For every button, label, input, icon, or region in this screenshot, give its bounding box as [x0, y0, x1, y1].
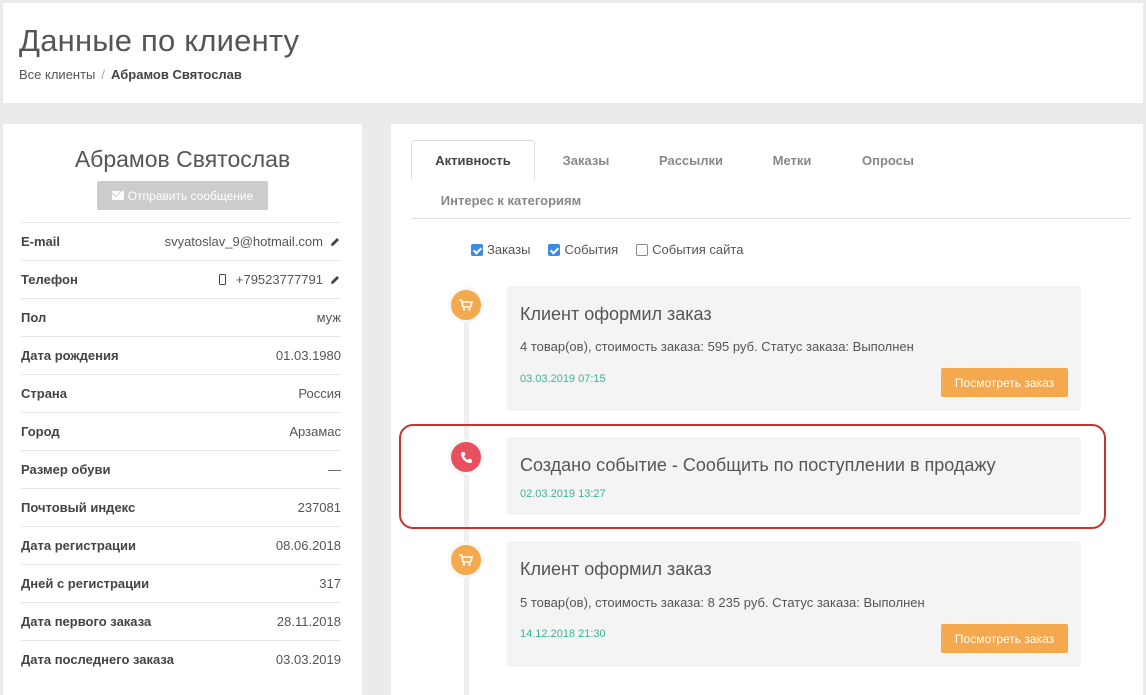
info-value: 317	[319, 576, 341, 591]
event-time: 14.12.2018 21:30	[520, 628, 606, 640]
client-info-list: E-mail svyatoslav_9@hotmail.com Телефон …	[21, 222, 341, 678]
page-header: Данные по клиенту Все клиенты / Абрамов Св…	[3, 3, 1143, 103]
info-row-shoe-size: Размер обуви —	[21, 450, 341, 488]
breadcrumb-separator: /	[101, 67, 106, 82]
timeline-event-order: Клиент оформил заказ 5 товар(ов), стоимо…	[507, 541, 1081, 667]
tab-category-interest[interactable]: Интерес к категориям	[411, 180, 611, 220]
checkbox-checked[interactable]	[471, 243, 483, 256]
tab-tags[interactable]: Метки	[751, 140, 833, 180]
event-time: 03.03.2019 07:15	[520, 373, 606, 385]
info-row-birthdate: Дата рождения 01.03.1980	[21, 336, 341, 374]
mobile-icon	[218, 274, 226, 285]
info-row-gender: Пол муж	[21, 298, 341, 336]
filter-label: События сайта	[652, 242, 744, 257]
client-name: Абрамов Святослав	[74, 146, 291, 172]
send-message-label: Отправить сообщение	[127, 188, 254, 203]
info-label: Почтовый индекс	[21, 500, 136, 515]
info-row-country: Страна Россия	[21, 374, 341, 412]
info-value: 03.03.2019	[275, 652, 341, 667]
info-row-registration-date: Дата регистрации 08.06.2018	[21, 526, 341, 564]
info-label: Дней с регистрации	[21, 576, 150, 591]
info-value: муж	[316, 310, 341, 325]
info-row-email: E-mail svyatoslav_9@hotmail.com	[21, 222, 341, 260]
info-row-first-order-date: Дата первого заказа 28.11.2018	[21, 602, 341, 640]
phone-value: +79523777791	[235, 272, 323, 287]
breadcrumb-root-link[interactable]: Все клиенты	[19, 67, 95, 82]
checkbox-checked[interactable]	[548, 243, 561, 256]
timeline-event-order: Клиент оформил заказ 4 товар(ов), стоимо…	[507, 286, 1081, 411]
event-description: 4 товар(ов), стоимость заказа: 595 руб. …	[520, 339, 914, 354]
info-label: Дата первого заказа	[21, 614, 152, 629]
cart-icon	[448, 542, 484, 578]
info-value: 01.03.1980	[275, 348, 341, 363]
info-value: 08.06.2018	[275, 538, 341, 553]
info-value: Арзамас	[289, 424, 341, 439]
filter-label: Заказы	[487, 242, 531, 257]
info-row-last-order-date: Дата последнего заказа 03.03.2019	[21, 640, 341, 678]
filter-site-events-checkbox[interactable]: События сайта	[636, 242, 743, 257]
filter-label: События	[564, 242, 619, 257]
view-order-button[interactable]: Посмотреть заказ	[941, 368, 1068, 397]
activity-card: Активность Заказы Рассылки Метки Опросы …	[391, 124, 1143, 695]
cart-icon	[448, 287, 484, 323]
info-label: Пол	[21, 310, 47, 325]
page-title: Данные по клиенту	[19, 23, 300, 58]
info-row-postcode: Почтовый индекс 237081	[21, 488, 341, 526]
tab-bar: Активность Заказы Рассылки Метки Опросы …	[411, 140, 1131, 219]
tab-orders[interactable]: Заказы	[539, 140, 633, 180]
email-value: svyatoslav_9@hotmail.com	[164, 234, 323, 249]
send-message-button[interactable]: Отправить сообщение	[97, 181, 268, 210]
filter-events-checkbox[interactable]: События	[548, 242, 618, 257]
highlight-annotation	[399, 424, 1106, 529]
pencil-icon[interactable]	[329, 236, 341, 248]
info-row-days-since-registration: Дней с регистрации 317	[21, 564, 341, 602]
event-title: Клиент оформил заказ	[520, 559, 712, 579]
tab-mailings[interactable]: Рассылки	[639, 140, 743, 180]
breadcrumb: Все клиенты / Абрамов Святослав	[19, 67, 242, 82]
filter-orders-checkbox[interactable]: Заказы	[471, 242, 530, 257]
info-row-phone: Телефон +79523777791	[21, 260, 341, 298]
info-value: Россия	[298, 386, 341, 401]
checkbox-unchecked[interactable]	[636, 243, 649, 256]
info-row-city: Город Арзамас	[21, 412, 341, 450]
envelope-icon	[111, 191, 124, 200]
client-card: Абрамов Святослав Отправить сообщение E-…	[3, 124, 362, 695]
event-title: Клиент оформил заказ	[520, 304, 712, 324]
info-value: 28.11.2018	[276, 614, 341, 629]
info-label: Размер обуви	[21, 462, 111, 477]
info-label: Дата последнего заказа	[21, 652, 174, 667]
info-label: Телефон	[21, 272, 78, 287]
info-label: Дата рождения	[21, 348, 119, 363]
event-description: 5 товар(ов), стоимость заказа: 8 235 руб…	[520, 595, 925, 610]
info-label: E-mail	[21, 234, 61, 249]
view-order-button[interactable]: Посмотреть заказ	[941, 624, 1068, 653]
info-value: 237081	[297, 500, 341, 515]
pencil-icon[interactable]	[329, 274, 341, 286]
info-label: Страна	[21, 386, 68, 401]
info-label: Дата регистрации	[21, 538, 137, 553]
info-label: Город	[21, 424, 60, 439]
event-filters: Заказы События События сайта	[471, 242, 743, 257]
tab-surveys[interactable]: Опросы	[841, 140, 935, 180]
breadcrumb-current: Абрамов Святослав	[111, 67, 242, 82]
tab-activity[interactable]: Активность	[411, 140, 535, 180]
info-value: —	[328, 462, 341, 477]
